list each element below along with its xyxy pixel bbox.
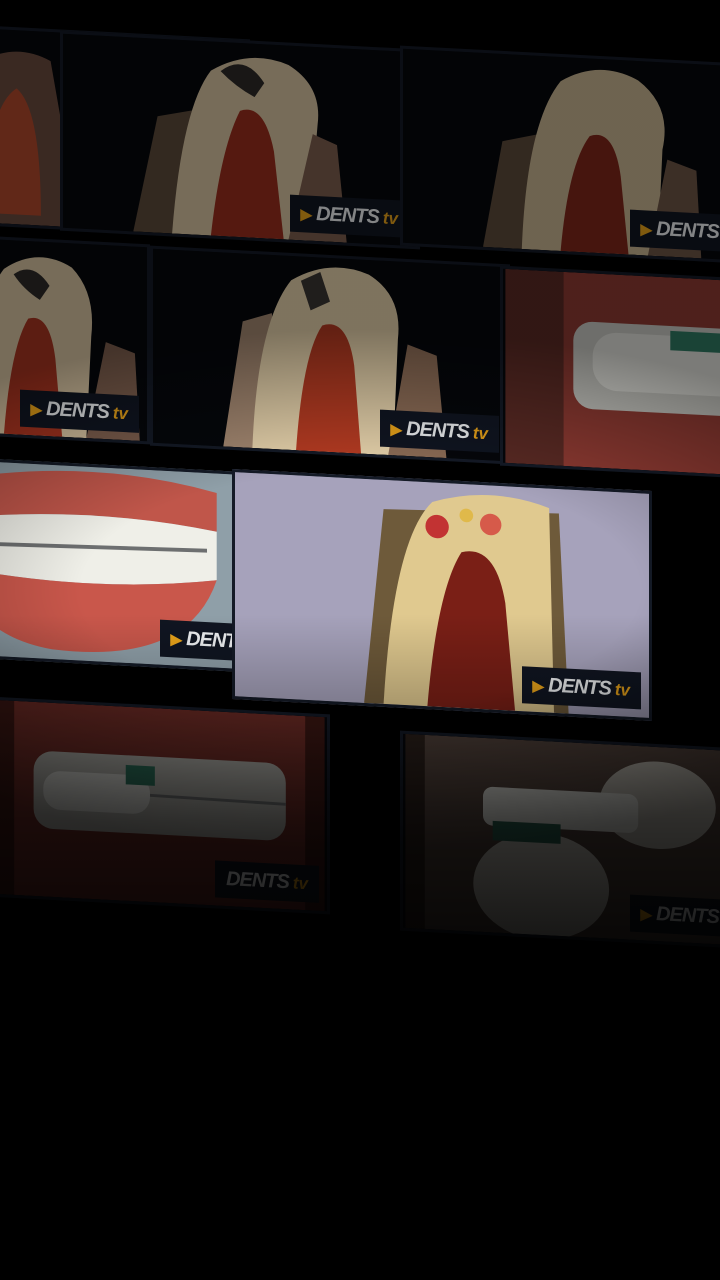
video-tile-tooth-4[interactable]: ▶ DENTS tv (0, 225, 150, 445)
play-icon: ▶ (532, 677, 545, 696)
logo-text: DENTS (316, 202, 379, 229)
channel-badge: ▶ DENTS tv (521, 666, 641, 710)
logo-text: DENTS (548, 674, 611, 700)
logo-suffix: tv (292, 873, 308, 894)
video-tile-braces[interactable]: DENTS tv (0, 695, 330, 915)
logo-text: DENTS (656, 217, 719, 244)
logo-text: DENTS (46, 397, 109, 424)
video-tile-tooth-5[interactable]: ▶ DENTS tv (150, 245, 510, 465)
channel-badge: ▶ DENTS tv (629, 209, 720, 253)
channel-badge: DENTS tv (215, 860, 319, 903)
logo-suffix: tv (382, 208, 398, 229)
channel-badge: ▶ DENTS tv (629, 894, 720, 938)
video-wall: DENTS tv ▶ DENTS tv ▶ DENTS (0, 0, 720, 1280)
channel-badge: ▶ DENTS tv (19, 389, 139, 433)
play-icon: ▶ (390, 421, 403, 439)
video-tile-decay[interactable]: ▶ DENTS tv (232, 468, 652, 722)
channel-badge: ▶ DENTS tv (289, 194, 409, 238)
video-tile-molars[interactable]: ▶ DENTS tv (400, 730, 720, 950)
video-tile-tooth-2[interactable]: ▶ DENTS tv (60, 30, 420, 250)
logo-suffix: tv (472, 423, 488, 444)
logo-text: DENTS (656, 902, 719, 929)
play-icon: ▶ (300, 206, 313, 224)
play-icon: ▶ (640, 221, 653, 239)
channel-badge: ▶ DENTS tv (379, 409, 499, 453)
video-tile-brushing[interactable] (500, 265, 720, 485)
play-icon: ▶ (170, 631, 183, 649)
logo-suffix: tv (614, 680, 630, 700)
video-tile-tooth-3[interactable]: ▶ DENTS tv (400, 45, 720, 265)
play-icon: ▶ (640, 906, 653, 924)
logo-text: DENTS (226, 867, 289, 894)
logo-text: DENTS (406, 417, 469, 444)
braces-illustration (505, 268, 720, 482)
play-icon: ▶ (30, 401, 43, 419)
logo-suffix: tv (112, 403, 128, 424)
